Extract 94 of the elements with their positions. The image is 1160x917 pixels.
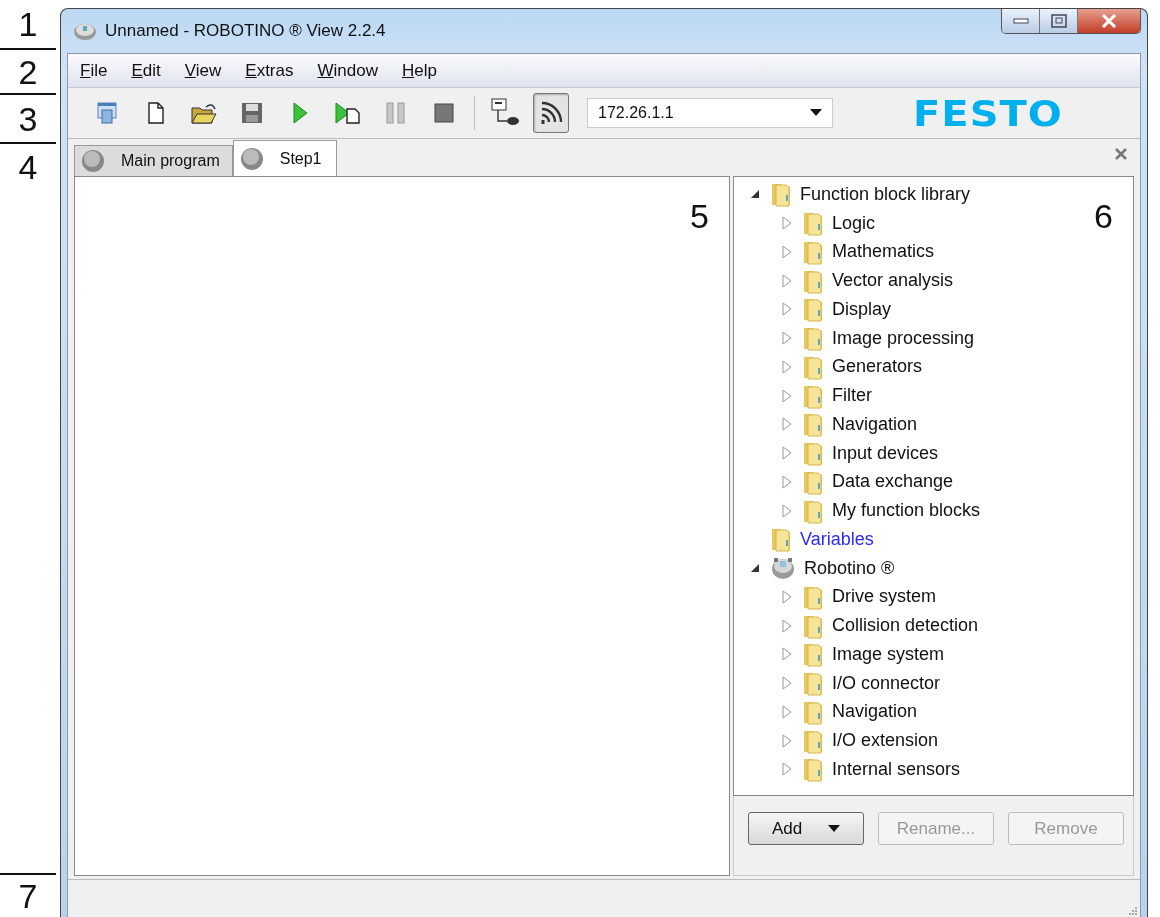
folder-icon xyxy=(802,641,824,668)
collapsed-arrow-icon[interactable] xyxy=(782,676,792,691)
menu-item[interactable]: Help xyxy=(401,60,437,81)
windows-icon xyxy=(96,101,120,125)
stop-icon xyxy=(434,103,454,123)
collapsed-arrow-icon[interactable] xyxy=(782,302,792,317)
collapsed-arrow-icon[interactable] xyxy=(782,417,792,432)
play-document-icon xyxy=(334,101,362,125)
menu-item[interactable]: View xyxy=(184,60,222,81)
tree-item[interactable]: Generators xyxy=(832,356,923,378)
folder-icon xyxy=(770,526,792,553)
collapsed-arrow-icon[interactable] xyxy=(782,216,792,231)
close-tab-button[interactable] xyxy=(1114,147,1128,161)
status-dot-icon xyxy=(81,149,105,173)
callout-number: 7 xyxy=(18,879,38,913)
folder-icon xyxy=(802,756,824,783)
folder-icon xyxy=(770,181,792,208)
address-dropdown[interactable]: 172.26.1.1 xyxy=(587,98,833,128)
collapsed-arrow-icon[interactable] xyxy=(782,331,792,346)
tree-item[interactable]: Navigation xyxy=(832,701,918,723)
collapsed-arrow-icon[interactable] xyxy=(782,244,792,259)
collapsed-arrow-icon[interactable] xyxy=(782,618,792,633)
document-icon xyxy=(146,101,166,125)
expanded-arrow-icon[interactable] xyxy=(750,189,760,200)
collapsed-arrow-icon[interactable] xyxy=(782,273,792,288)
collapsed-arrow-icon[interactable] xyxy=(782,446,792,461)
window-title: Unnamed - ROBOTINO ® View 2.2.4 xyxy=(105,21,386,41)
callout-number: 4 xyxy=(18,150,38,184)
collapsed-arrow-icon[interactable] xyxy=(782,733,792,748)
tree-item[interactable]: Image system xyxy=(832,643,945,665)
tree-item[interactable]: Filter xyxy=(832,385,872,407)
tree-item[interactable]: I/O connector xyxy=(832,672,941,694)
collapsed-arrow-icon[interactable] xyxy=(782,503,792,518)
tree-item[interactable]: Navigation xyxy=(832,413,918,435)
resize-grip-icon xyxy=(1128,906,1138,916)
tree-item[interactable]: Display xyxy=(832,298,892,320)
callout-number: 1 xyxy=(18,7,38,41)
folder-icon xyxy=(802,210,824,237)
callout-number: 3 xyxy=(18,101,38,136)
close-icon xyxy=(1114,147,1128,161)
menu-item[interactable]: Window xyxy=(317,60,378,81)
tree-item[interactable]: Collision detection xyxy=(832,615,979,637)
toolbar-button[interactable] xyxy=(533,93,569,133)
logo: FESTO xyxy=(913,92,1063,134)
tree-item[interactable]: My function blocks xyxy=(832,500,981,522)
play-icon xyxy=(291,101,309,125)
maximize-icon xyxy=(1050,14,1067,28)
close-icon xyxy=(1101,14,1117,28)
network-icon xyxy=(490,98,520,128)
tree-item[interactable]: Internal sensors xyxy=(832,758,961,780)
menu-item[interactable]: Extras xyxy=(245,60,294,81)
folder-icon xyxy=(802,440,824,467)
robot-icon xyxy=(770,555,796,582)
collapsed-arrow-icon[interactable] xyxy=(782,704,792,719)
tree-item[interactable]: I/O extension xyxy=(832,730,939,752)
tree-item[interactable]: Input devices xyxy=(832,442,939,464)
tree-item[interactable]: Vector analysis xyxy=(832,270,954,292)
collapsed-arrow-icon[interactable] xyxy=(782,762,792,777)
menu-item[interactable]: File xyxy=(80,60,108,81)
minimize-icon xyxy=(1012,17,1029,25)
dropdown-arrow-icon xyxy=(828,824,841,833)
pause-icon xyxy=(385,101,407,125)
dropdown-arrow-icon xyxy=(810,109,822,117)
tree-item[interactable]: Logic xyxy=(832,212,876,234)
status-dot-icon xyxy=(239,146,264,171)
folder-icon xyxy=(802,411,824,438)
collapsed-arrow-icon[interactable] xyxy=(782,388,792,403)
maximize-button[interactable] xyxy=(1040,9,1078,33)
tree-item[interactable]: Image processing xyxy=(832,327,975,349)
folder-icon xyxy=(190,101,218,125)
tab[interactable]: Step1 xyxy=(232,140,337,176)
callout-number: 5 xyxy=(690,199,709,233)
tree-item[interactable]: Data exchange xyxy=(832,471,954,493)
folder-icon xyxy=(802,296,824,323)
collapsed-arrow-icon[interactable] xyxy=(782,647,792,662)
library-button[interactable]: Add xyxy=(748,812,864,845)
menu-item[interactable]: Edit xyxy=(131,60,161,81)
tree-item[interactable]: Robotino ® xyxy=(804,557,895,579)
collapsed-arrow-icon[interactable] xyxy=(782,474,792,489)
folder-icon xyxy=(802,325,824,352)
callout-number: 2 xyxy=(18,54,38,89)
close-button[interactable] xyxy=(1078,9,1140,33)
tree-item[interactable]: Function block library xyxy=(800,183,971,205)
callout-number: 6 xyxy=(1094,199,1113,233)
minimize-button[interactable] xyxy=(1002,9,1040,33)
program-canvas[interactable]: 5 xyxy=(74,176,730,876)
tree-item[interactable]: Drive system xyxy=(832,586,936,608)
tab[interactable]: Main program xyxy=(74,145,233,176)
collapsed-arrow-icon[interactable] xyxy=(782,359,792,374)
tree-item[interactable]: Variables xyxy=(800,528,874,550)
collapsed-arrow-icon[interactable] xyxy=(782,589,792,604)
tree-item[interactable]: Mathematics xyxy=(832,241,935,263)
folder-icon xyxy=(802,670,824,697)
expanded-arrow-icon[interactable] xyxy=(750,563,760,574)
